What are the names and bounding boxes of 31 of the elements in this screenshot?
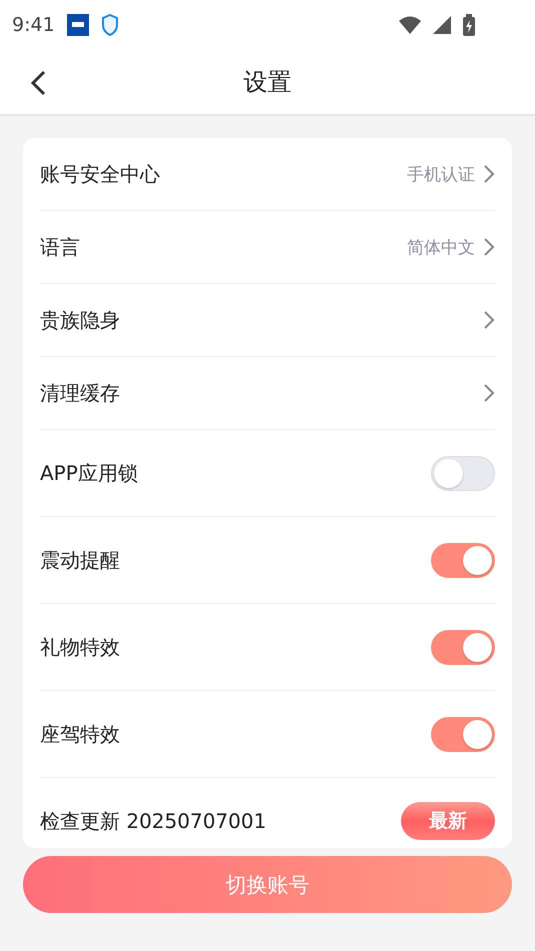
battery-icon [463, 14, 475, 36]
chevron-right-icon [483, 164, 495, 184]
settings-row[interactable]: 账号安全中心 手机认证 [40, 138, 495, 211]
toggle-switch[interactable] [431, 716, 495, 752]
setting-label: 座驾特效 [40, 720, 121, 748]
settings-row[interactable]: 清理缓存 [40, 357, 495, 430]
status-time: 9:41 [12, 14, 55, 36]
wifi-icon [399, 16, 421, 34]
setting-label: 语言 [40, 234, 81, 260]
setting-value: 简体中文 [407, 236, 475, 258]
setting-label: APP应用锁 [40, 460, 139, 486]
chevron-right-icon [483, 383, 495, 403]
back-icon[interactable] [30, 70, 46, 96]
setting-label: 贵族隐身 [40, 306, 121, 334]
toggle-switch[interactable] [431, 542, 495, 578]
page-title: 设置 [244, 67, 292, 98]
app-icon [66, 14, 89, 36]
toggle-switch[interactable] [431, 630, 495, 664]
settings-row[interactable]: 语言 简体中文 [40, 211, 495, 284]
latest-badge: 最新 [401, 802, 495, 840]
chevron-right-icon [483, 310, 495, 330]
signal-icon [433, 16, 451, 34]
setting-label: 清理缓存 [40, 380, 121, 406]
setting-value: 手机认证 [407, 164, 475, 186]
settings-row[interactable]: 贵族隐身 [40, 284, 495, 357]
setting-label: 礼物特效 [40, 634, 121, 660]
shield-icon [100, 14, 119, 36]
setting-label: 账号安全中心 [40, 160, 161, 188]
chevron-right-icon [483, 237, 495, 257]
setting-label: 震动提醒 [40, 546, 121, 574]
setting-label: 检查更新 20250707001 [40, 808, 268, 834]
